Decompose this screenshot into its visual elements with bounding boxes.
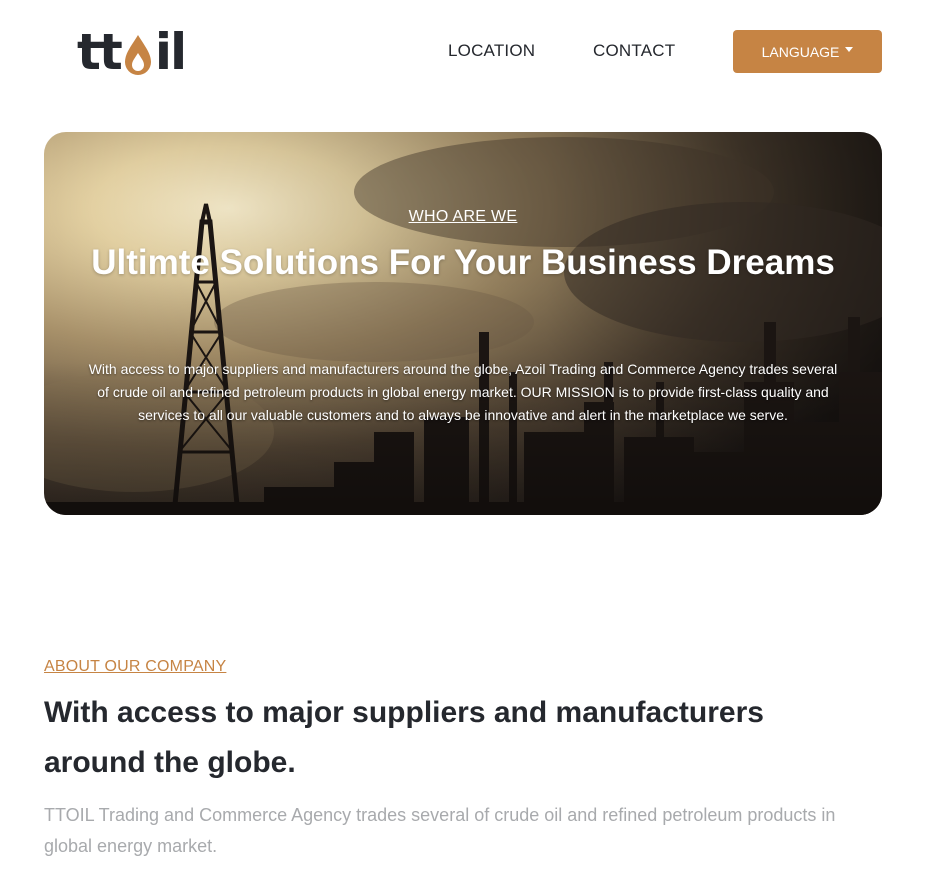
oil-drop-icon bbox=[124, 35, 151, 75]
hero-title: Ultimte Solutions For Your Business Drea… bbox=[91, 243, 835, 282]
nav-contact-link[interactable]: CONTACT bbox=[593, 41, 675, 61]
nav-location-link[interactable]: LOCATION bbox=[448, 41, 535, 61]
about-description: TTOIL Trading and Commerce Agency trades… bbox=[44, 805, 836, 856]
logo-text-left: tt bbox=[77, 23, 123, 81]
language-button-label: LANGUAGE bbox=[761, 43, 840, 60]
about-eyebrow: ABOUT OUR COMPANY bbox=[44, 658, 227, 675]
caret-down-icon bbox=[845, 47, 854, 52]
about-title: With access to major suppliers and manuf… bbox=[44, 696, 764, 779]
logo-text-right: il bbox=[154, 23, 187, 81]
hero-content: WHO ARE WE Ultimte Solutions For Your Bu… bbox=[44, 132, 882, 515]
logo[interactable]: tt il bbox=[77, 23, 187, 81]
hero-eyebrow: WHO ARE WE bbox=[408, 208, 518, 225]
language-dropdown-button[interactable]: LANGUAGE bbox=[733, 30, 882, 73]
hero-description: With access to major suppliers and manuf… bbox=[88, 361, 838, 423]
hero-banner: WHO ARE WE Ultimte Solutions For Your Bu… bbox=[44, 132, 882, 515]
logo-wordmark: tt il bbox=[77, 23, 187, 81]
